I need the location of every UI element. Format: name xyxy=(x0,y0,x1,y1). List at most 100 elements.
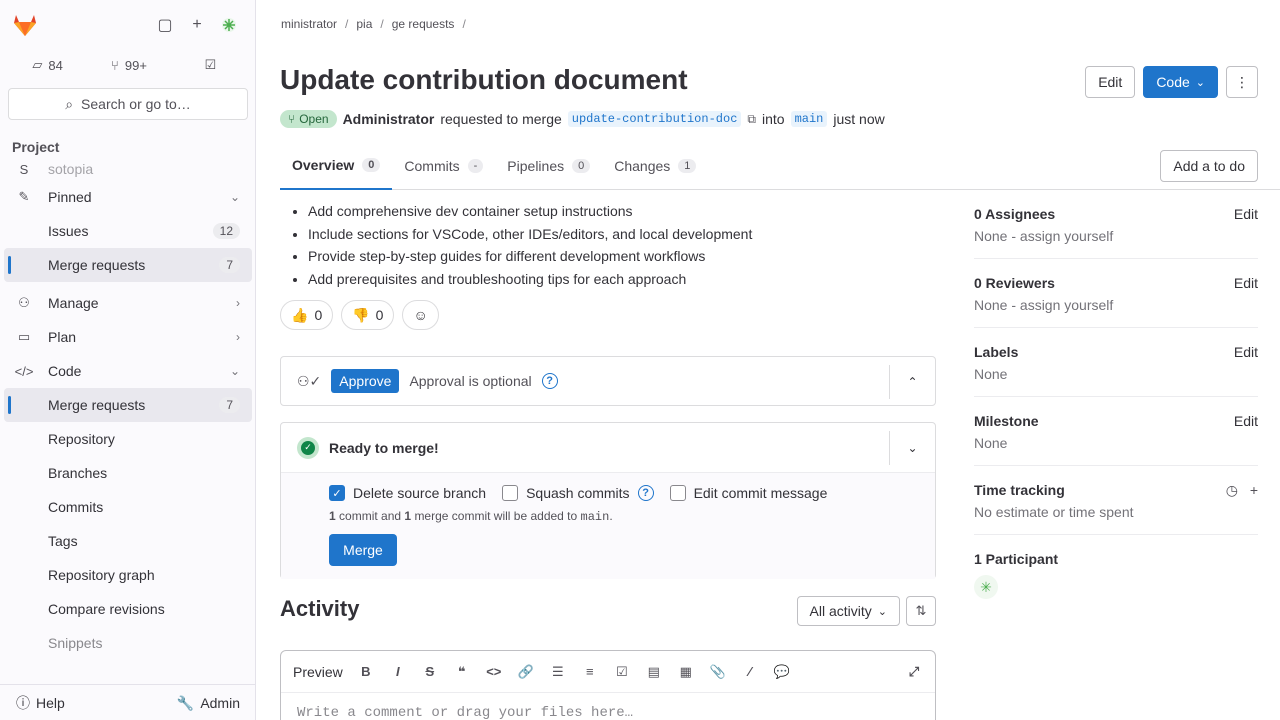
new-item-icon[interactable]: + xyxy=(182,12,212,38)
tab-commits[interactable]: Commits - xyxy=(392,142,495,190)
sidebar-item-pinned[interactable]: ✎ Pinned ⌄ xyxy=(4,180,252,214)
quote-icon[interactable]: ❝ xyxy=(453,663,471,681)
numbered-list-icon[interactable]: ≡ xyxy=(581,663,599,681)
sidebar-item-plan[interactable]: ▭ Plan › xyxy=(4,320,252,354)
merge-widget-body: ✓ Delete source branch Squash commits ? … xyxy=(281,473,935,579)
issues-icon: ▱ xyxy=(32,57,43,72)
merge-button[interactable]: Merge xyxy=(329,534,397,566)
reviewers-edit-button[interactable]: Edit xyxy=(1234,275,1258,291)
question-icon[interactable]: ? xyxy=(541,373,558,389)
assign-yourself-link[interactable]: None - assign yourself xyxy=(974,228,1258,244)
task-list-icon[interactable]: ☑ xyxy=(613,663,631,681)
sidebar-item-repository[interactable]: Repository xyxy=(4,422,252,456)
editor-toolbar: Preview B I S ❝ <> 🔗 ☰ ≡ ☑ ▤ ▦ 📎 ⁄ 💬 ⤢ xyxy=(281,651,935,693)
merge-request-tabs: Overview 0 Commits - Pipelines 0 Changes… xyxy=(280,142,1280,190)
gitlab-logo-icon[interactable] xyxy=(10,10,40,40)
thumbs-down-button[interactable]: 👎 0 xyxy=(341,300,395,330)
todo-count-button[interactable]: ☑ xyxy=(171,50,250,80)
attach-file-icon[interactable]: 📎 xyxy=(709,663,727,681)
sidebar-item-snippets[interactable]: Snippets xyxy=(4,626,252,660)
bullet-list-icon[interactable]: ☰ xyxy=(549,663,567,681)
add-reaction-button[interactable]: ☺ xyxy=(402,300,439,330)
stopwatch-icon[interactable]: ◷ xyxy=(1226,482,1238,498)
activity-filter-dropdown[interactable]: All activity ⌄ xyxy=(796,596,900,626)
breadcrumb-item-project[interactable]: pia xyxy=(356,17,372,31)
chevron-right-icon: › xyxy=(236,296,240,310)
edit-button[interactable]: Edit xyxy=(1085,66,1136,98)
thumbs-up-button[interactable]: 👍 0 xyxy=(280,300,334,330)
main-content: ministrator / pia / ge requests / Update… xyxy=(257,0,1280,720)
delete-source-branch-option[interactable]: ✓ Delete source branch xyxy=(329,485,486,501)
help-button[interactable]: ⓘ Help xyxy=(8,689,73,717)
assign-reviewer-link[interactable]: None - assign yourself xyxy=(974,297,1258,313)
tab-count: 1 xyxy=(678,159,697,173)
source-branch[interactable]: update-contribution-doc xyxy=(567,111,742,127)
sidebar-item-manage[interactable]: ⚇ Manage › xyxy=(4,286,252,320)
thumbs-up-count: 0 xyxy=(314,307,323,323)
tab-count: - xyxy=(467,159,484,173)
participant-avatar[interactable]: ✳ xyxy=(974,575,998,599)
status-badge: ⑂ Open xyxy=(280,110,337,128)
comment-template-icon[interactable]: 💬 xyxy=(773,663,791,681)
sidebar-item-issues[interactable]: Issues 12 xyxy=(4,214,252,248)
collapse-approval-button[interactable]: ⌃ xyxy=(889,365,935,399)
collapsible-icon[interactable]: ▤ xyxy=(645,663,663,681)
bold-icon[interactable]: B xyxy=(357,663,375,681)
user-avatar-icon[interactable] xyxy=(214,12,244,38)
sidebar-item-pinned-merge-requests[interactable]: Merge requests 7 xyxy=(4,248,252,282)
breadcrumb-item-group[interactable]: ministrator xyxy=(281,17,337,31)
add-time-icon[interactable]: + xyxy=(1250,482,1258,498)
merge-requests-count-button[interactable]: ⑂ 99+ xyxy=(89,50,168,80)
fullscreen-icon[interactable]: ⤢ xyxy=(905,663,923,681)
question-icon[interactable]: ? xyxy=(637,485,654,501)
quick-actions-icon[interactable]: ⁄ xyxy=(741,663,759,681)
squash-commits-option[interactable]: Squash commits ? xyxy=(502,485,654,501)
labels-edit-button[interactable]: Edit xyxy=(1234,344,1258,360)
participants-title: 1 Participant xyxy=(974,551,1059,567)
target-branch[interactable]: main xyxy=(790,111,828,127)
sidebar-item-commits[interactable]: Commits xyxy=(4,490,252,524)
comment-input[interactable]: Write a comment or drag your files here… xyxy=(281,693,935,720)
chevron-down-icon: ⌄ xyxy=(229,364,240,378)
delete-source-branch-checkbox[interactable]: ✓ xyxy=(329,485,345,501)
edit-commit-message-checkbox[interactable] xyxy=(669,485,686,501)
sidebar-item-code[interactable]: </> Code ⌄ xyxy=(4,354,252,388)
milestone-edit-button[interactable]: Edit xyxy=(1234,413,1258,429)
search-button[interactable]: ⌕ Search or go to… xyxy=(8,88,248,120)
sidebar-item-compare-revisions[interactable]: Compare revisions xyxy=(4,592,252,626)
sidebar-item-repository-graph[interactable]: Repository graph xyxy=(4,558,252,592)
code-inline-icon[interactable]: <> xyxy=(485,663,503,681)
strikethrough-icon[interactable]: S xyxy=(421,663,439,681)
italic-icon[interactable]: I xyxy=(389,663,407,681)
assignees-edit-button[interactable]: Edit xyxy=(1234,206,1258,222)
author-link[interactable]: Administrator xyxy=(343,111,435,127)
link-icon[interactable]: 🔗 xyxy=(517,663,535,681)
expand-merge-details-button[interactable]: ⌄ xyxy=(889,431,935,465)
tab-pipelines[interactable]: Pipelines 0 xyxy=(495,142,602,190)
sidebar-item-project[interactable]: S sotopia xyxy=(4,158,252,180)
tab-changes[interactable]: Changes 1 xyxy=(602,142,708,190)
copy-branch-icon[interactable]: ⧉ xyxy=(747,112,756,127)
help-icon: ⓘ xyxy=(16,695,30,711)
tab-overview[interactable]: Overview 0 xyxy=(280,142,393,190)
issues-count-button[interactable]: ▱ 84 xyxy=(8,50,87,80)
sidebar-toggle-icon[interactable]: ▢ xyxy=(150,12,180,38)
edit-commit-message-option[interactable]: Edit commit message xyxy=(669,485,827,501)
code-dropdown-button[interactable]: Code ⌄ xyxy=(1143,66,1218,98)
more-actions-button[interactable]: ⋮ xyxy=(1226,66,1258,98)
sidebar-item-merge-requests[interactable]: Merge requests 7 xyxy=(4,388,252,422)
add-todo-button[interactable]: Add a to do xyxy=(1160,150,1258,182)
squash-commits-checkbox[interactable] xyxy=(502,485,519,501)
sidebar-item-branches[interactable]: Branches xyxy=(4,456,252,490)
reviewers-title: 0 Reviewers xyxy=(974,275,1055,291)
breadcrumb-item-merge-requests[interactable]: ge requests xyxy=(392,17,455,31)
sidebar-item-tags[interactable]: Tags xyxy=(4,524,252,558)
approval-users-icon: ⚇✓ xyxy=(297,372,322,389)
preview-tab[interactable]: Preview xyxy=(293,664,343,680)
admin-button[interactable]: 🔧 Admin xyxy=(169,689,248,717)
list-item: Add prerequisites and troubleshooting ti… xyxy=(308,268,936,291)
reviewers-block: 0 Reviewers Edit None - assign yourself xyxy=(974,269,1258,328)
sort-order-button[interactable]: ⇅ xyxy=(906,596,936,626)
approve-button[interactable]: Approve xyxy=(331,369,400,393)
table-icon[interactable]: ▦ xyxy=(677,663,695,681)
